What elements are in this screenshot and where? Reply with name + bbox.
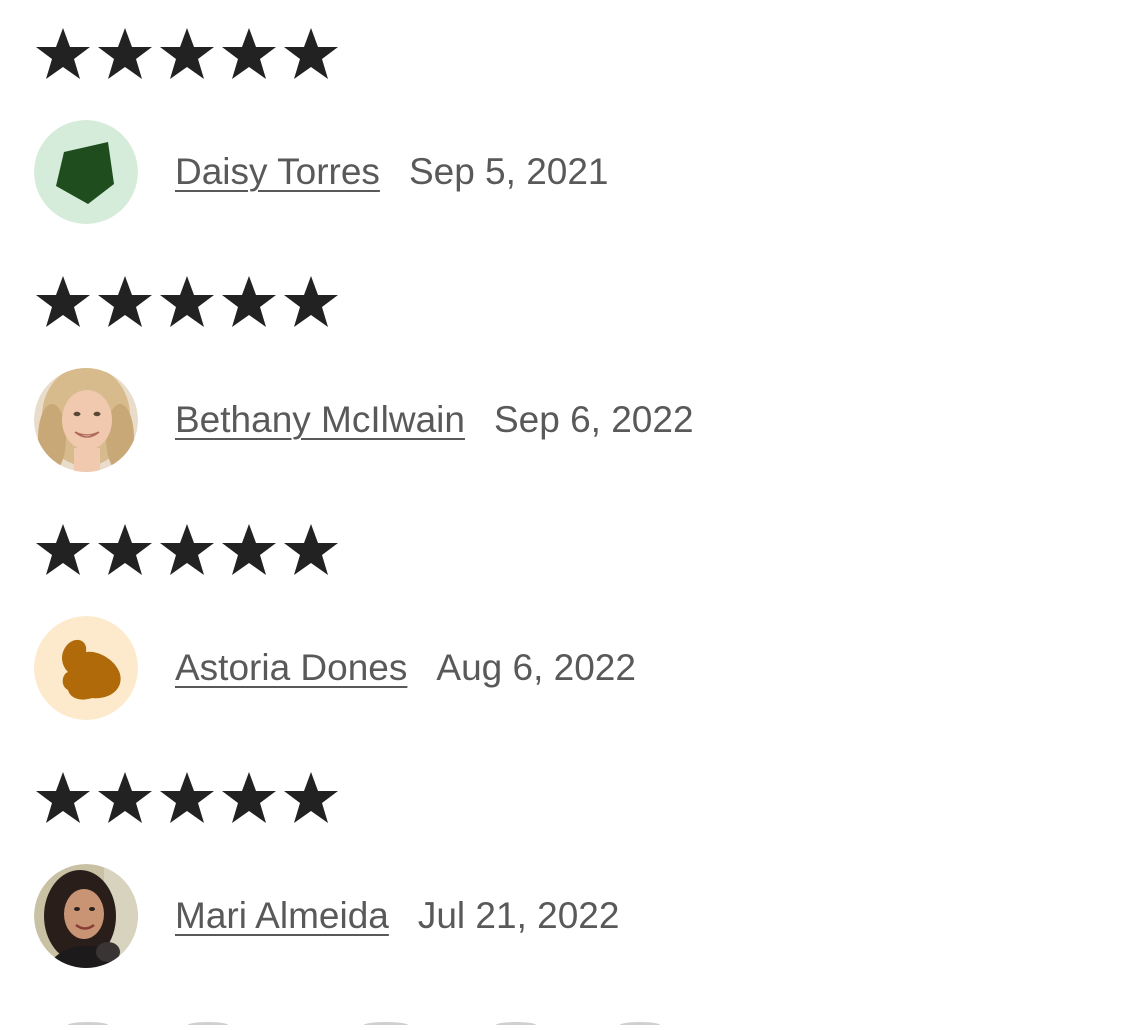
- star-icon: [158, 770, 220, 826]
- user-photo-icon: [34, 368, 138, 472]
- reviewer-name-link[interactable]: Daisy Torres: [175, 151, 380, 193]
- reviewer-row: Daisy Torres Sep 5, 2021: [34, 120, 1034, 224]
- review-date: Sep 6, 2022: [493, 399, 694, 440]
- star-icon: [220, 26, 282, 82]
- next-review-stars-partial: [0, 1012, 1140, 1028]
- star-rating: [34, 26, 1034, 82]
- avatar[interactable]: [34, 120, 138, 224]
- star-icon: [34, 770, 96, 826]
- reviewer-name-link[interactable]: Mari Almeida: [175, 895, 389, 937]
- star-icon: [220, 274, 282, 330]
- star-icon: [96, 26, 158, 82]
- reviewer-row: Astoria Dones Aug 6, 2022: [34, 616, 1034, 720]
- review-item: Astoria Dones Aug 6, 2022: [34, 522, 1034, 720]
- star-icon: [220, 770, 282, 826]
- reviewer-row: Mari Almeida Jul 21, 2022: [34, 864, 1034, 968]
- star-icon: [220, 522, 282, 578]
- review-item: Bethany McIlwain Sep 6, 2022: [34, 274, 1034, 472]
- review-item: Daisy Torres Sep 5, 2021: [34, 26, 1034, 224]
- review-item: Mari Almeida Jul 21, 2022: [34, 770, 1034, 968]
- star-icon: [282, 770, 344, 826]
- star-icon: [282, 26, 344, 82]
- star-icon: [96, 770, 158, 826]
- star-rating: [34, 522, 1034, 578]
- star-icon: [282, 274, 344, 330]
- star-icon: [34, 26, 96, 82]
- star-icon: [158, 522, 220, 578]
- review-date: Jul 21, 2022: [417, 895, 620, 936]
- star-icon: [282, 522, 344, 578]
- star-icon: [34, 274, 96, 330]
- star-rating: [34, 274, 1034, 330]
- star-icon: [158, 26, 220, 82]
- star-rating: [34, 770, 1034, 826]
- reviewer-name-link[interactable]: Bethany McIlwain: [175, 399, 465, 441]
- review-date: Sep 5, 2021: [408, 151, 609, 192]
- avatar[interactable]: [34, 368, 138, 472]
- review-date: Aug 6, 2022: [436, 647, 636, 688]
- star-icon: [34, 522, 96, 578]
- reviewer-row: Bethany McIlwain Sep 6, 2022: [34, 368, 1034, 472]
- star-icon: [96, 522, 158, 578]
- user-photo-icon: [34, 864, 138, 968]
- star-icon: [158, 274, 220, 330]
- avatar[interactable]: [34, 616, 138, 720]
- reviewer-name-link[interactable]: Astoria Dones: [175, 647, 407, 689]
- avatar[interactable]: [34, 864, 138, 968]
- star-icon: [96, 274, 158, 330]
